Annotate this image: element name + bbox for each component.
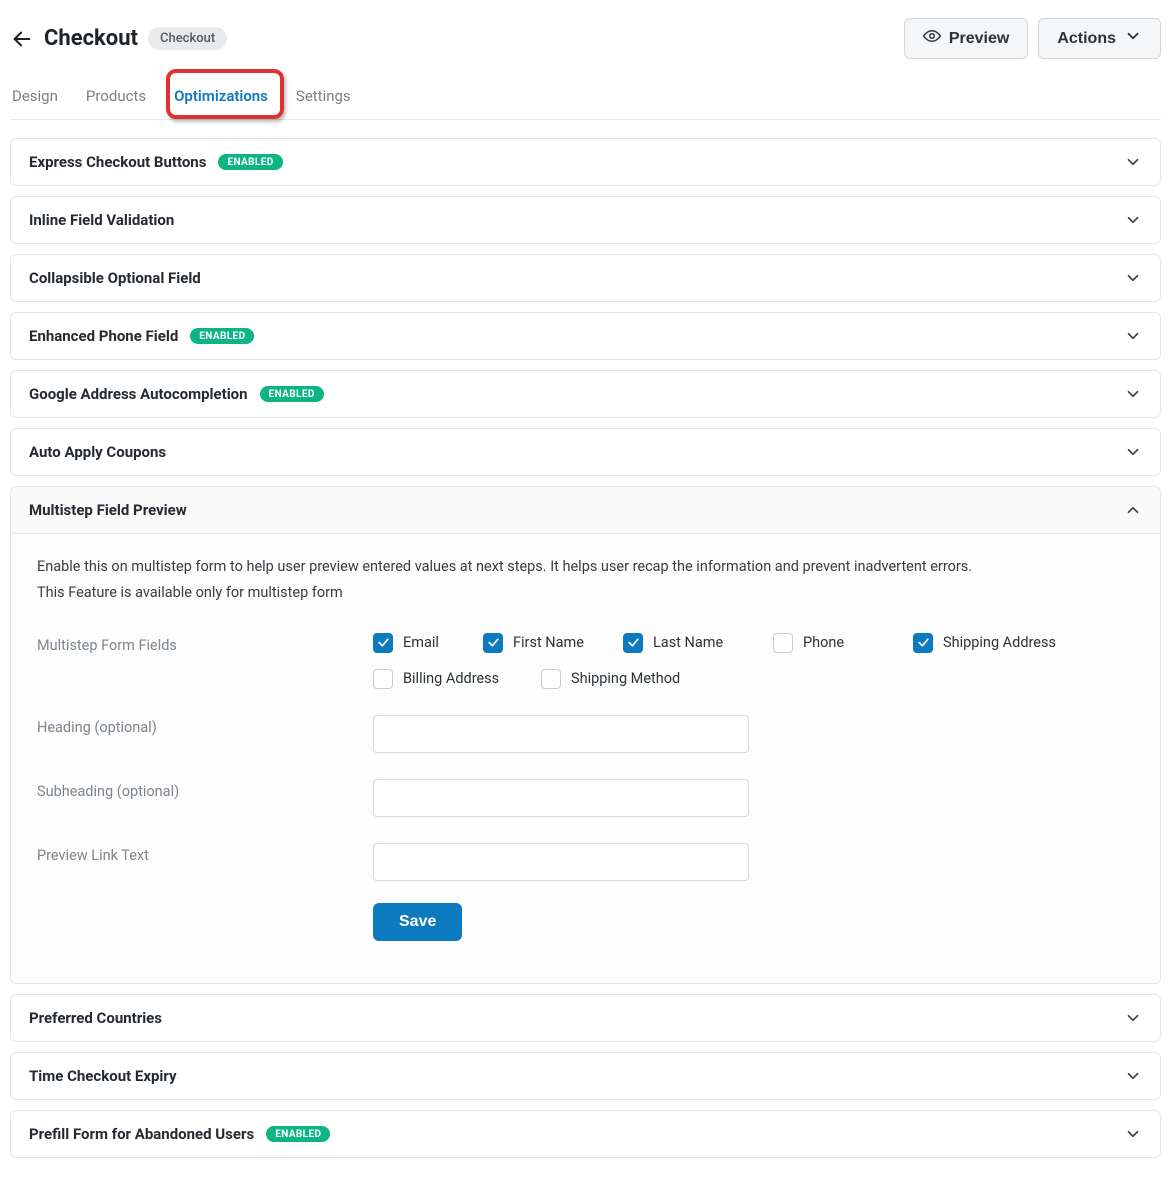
chevron-down-icon bbox=[1124, 1125, 1142, 1143]
tab-products[interactable]: Products bbox=[86, 77, 146, 119]
eye-icon bbox=[923, 27, 941, 50]
form-label: Preview Link Text bbox=[37, 843, 373, 864]
checkbox-label: Phone bbox=[803, 634, 844, 651]
section-auto-apply-coupons: Auto Apply Coupons bbox=[10, 428, 1161, 476]
section-header[interactable]: Time Checkout Expiry bbox=[11, 1053, 1160, 1099]
checkbox-icon bbox=[773, 633, 793, 653]
tab-settings[interactable]: Settings bbox=[296, 77, 351, 119]
checkbox-icon bbox=[373, 633, 393, 653]
header-left: Checkout Checkout bbox=[10, 26, 227, 51]
tab-optimizations[interactable]: Optimizations bbox=[174, 77, 268, 119]
checkbox-icon bbox=[913, 633, 933, 653]
checkbox-billing-address[interactable]: Billing Address bbox=[373, 669, 541, 689]
form-label: Subheading (optional) bbox=[37, 779, 373, 800]
section-header[interactable]: Preferred Countries bbox=[11, 995, 1160, 1041]
chevron-down-icon bbox=[1124, 27, 1142, 50]
enabled-badge: ENABLED bbox=[260, 386, 324, 403]
chevron-down-icon bbox=[1124, 211, 1142, 229]
tabs: Design Products Optimizations Settings bbox=[10, 77, 1161, 120]
checkbox-label: Shipping Address bbox=[943, 634, 1056, 651]
section-inline-validation: Inline Field Validation bbox=[10, 196, 1161, 244]
section-title: Inline Field Validation bbox=[29, 211, 174, 229]
section-header[interactable]: Collapsible Optional Field bbox=[11, 255, 1160, 301]
chevron-down-icon bbox=[1124, 1009, 1142, 1027]
checkbox-first-name[interactable]: First Name bbox=[483, 633, 623, 653]
form-label: Multistep Form Fields bbox=[37, 633, 373, 654]
section-preferred-countries: Preferred Countries bbox=[10, 994, 1161, 1042]
section-body: Enable this on multistep form to help us… bbox=[11, 534, 1160, 983]
section-title: Collapsible Optional Field bbox=[29, 269, 201, 287]
checkbox-shipping-method[interactable]: Shipping Method bbox=[541, 669, 721, 689]
checkbox-label: Shipping Method bbox=[571, 670, 680, 687]
chevron-down-icon bbox=[1124, 327, 1142, 345]
section-title: Multistep Field Preview bbox=[29, 501, 187, 519]
section-google-address: Google Address Autocompletion ENABLED bbox=[10, 370, 1161, 418]
section-header[interactable]: Express Checkout Buttons ENABLED bbox=[11, 139, 1160, 185]
section-title: Time Checkout Expiry bbox=[29, 1067, 177, 1085]
section-prefill-abandoned: Prefill Form for Abandoned Users ENABLED bbox=[10, 1110, 1161, 1158]
section-header[interactable]: Google Address Autocompletion ENABLED bbox=[11, 371, 1160, 417]
row-heading: Heading (optional) bbox=[37, 705, 1134, 769]
section-description-2: This Feature is available only for multi… bbox=[37, 582, 1134, 604]
chevron-down-icon bbox=[1124, 153, 1142, 171]
checkbox-icon bbox=[541, 669, 561, 689]
section-time-checkout-expiry: Time Checkout Expiry bbox=[10, 1052, 1161, 1100]
tab-design[interactable]: Design bbox=[12, 77, 58, 119]
form-label: Heading (optional) bbox=[37, 715, 373, 736]
section-title: Prefill Form for Abandoned Users bbox=[29, 1125, 254, 1143]
section-title: Enhanced Phone Field bbox=[29, 327, 178, 345]
section-multistep-preview: Multistep Field Preview Enable this on m… bbox=[10, 486, 1161, 984]
row-multistep-fields: Multistep Form Fields Email First Name bbox=[37, 623, 1134, 705]
section-header[interactable]: Enhanced Phone Field ENABLED bbox=[11, 313, 1160, 359]
chevron-up-icon bbox=[1124, 501, 1142, 519]
section-enhanced-phone: Enhanced Phone Field ENABLED bbox=[10, 312, 1161, 360]
actions-button[interactable]: Actions bbox=[1038, 18, 1161, 59]
row-subheading: Subheading (optional) bbox=[37, 769, 1134, 833]
save-button[interactable]: Save bbox=[373, 903, 462, 941]
section-header[interactable]: Auto Apply Coupons bbox=[11, 429, 1160, 475]
preview-button-label: Preview bbox=[949, 30, 1009, 48]
heading-input[interactable] bbox=[373, 715, 749, 753]
section-express-checkout: Express Checkout Buttons ENABLED bbox=[10, 138, 1161, 186]
page-type-badge: Checkout bbox=[148, 27, 227, 50]
section-collapsible-optional: Collapsible Optional Field bbox=[10, 254, 1161, 302]
section-title: Auto Apply Coupons bbox=[29, 443, 166, 461]
checkbox-email[interactable]: Email bbox=[373, 633, 483, 653]
enabled-badge: ENABLED bbox=[190, 328, 254, 345]
section-header[interactable]: Multistep Field Preview bbox=[11, 487, 1160, 534]
section-description: Enable this on multistep form to help us… bbox=[37, 556, 1134, 578]
back-arrow-icon[interactable] bbox=[10, 27, 34, 51]
enabled-badge: ENABLED bbox=[218, 154, 282, 171]
chevron-down-icon bbox=[1124, 1067, 1142, 1085]
checkbox-last-name[interactable]: Last Name bbox=[623, 633, 773, 653]
checkbox-icon bbox=[483, 633, 503, 653]
enabled-badge: ENABLED bbox=[266, 1126, 330, 1143]
actions-button-label: Actions bbox=[1057, 30, 1116, 48]
checkbox-label: Last Name bbox=[653, 634, 723, 651]
checkbox-icon bbox=[373, 669, 393, 689]
header-right: Preview Actions bbox=[904, 18, 1161, 59]
checkbox-label: Email bbox=[403, 634, 439, 651]
page-header: Checkout Checkout Preview Actions bbox=[10, 10, 1161, 77]
chevron-down-icon bbox=[1124, 443, 1142, 461]
section-header[interactable]: Prefill Form for Abandoned Users ENABLED bbox=[11, 1111, 1160, 1157]
section-header[interactable]: Inline Field Validation bbox=[11, 197, 1160, 243]
section-title: Google Address Autocompletion bbox=[29, 385, 248, 403]
subheading-input[interactable] bbox=[373, 779, 749, 817]
section-title: Preferred Countries bbox=[29, 1009, 162, 1027]
page-title: Checkout bbox=[44, 26, 138, 51]
checkbox-label: First Name bbox=[513, 634, 584, 651]
section-title: Express Checkout Buttons bbox=[29, 153, 206, 171]
chevron-down-icon bbox=[1124, 269, 1142, 287]
sections: Express Checkout Buttons ENABLED Inline … bbox=[10, 138, 1161, 1158]
preview-link-text-input[interactable] bbox=[373, 843, 749, 881]
preview-button[interactable]: Preview bbox=[904, 18, 1028, 59]
chevron-down-icon bbox=[1124, 385, 1142, 403]
checkbox-shipping-address[interactable]: Shipping Address bbox=[913, 633, 1073, 653]
form-control: Email First Name Last Name Phone bbox=[373, 633, 1073, 689]
checkbox-label: Billing Address bbox=[403, 670, 499, 687]
checkbox-phone[interactable]: Phone bbox=[773, 633, 913, 653]
checkbox-icon bbox=[623, 633, 643, 653]
row-linktext: Preview Link Text bbox=[37, 833, 1134, 897]
